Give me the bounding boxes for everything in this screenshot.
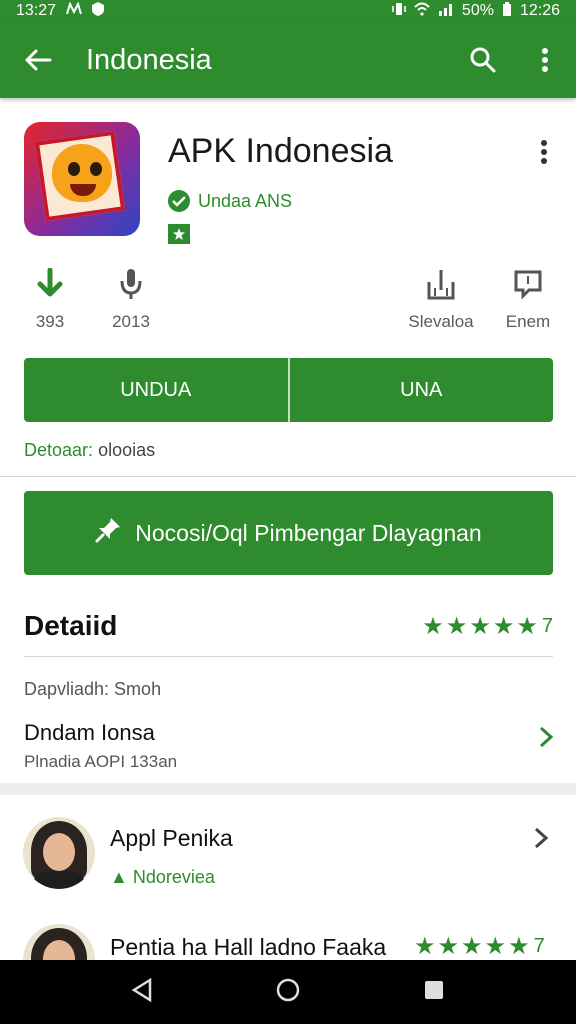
signal-icon — [438, 2, 454, 21]
reviewer-name: Appl Penika — [110, 825, 233, 851]
avatar — [23, 817, 95, 889]
star-icon: ★ — [422, 612, 444, 640]
star-icon: ★ — [492, 612, 515, 640]
app-overflow-icon[interactable] — [526, 134, 562, 170]
notification-icon — [66, 0, 83, 21]
app-header: APK Indonesia Undaa ANS 393 2013 Slevalo… — [0, 98, 576, 478]
app-logo-icon — [24, 122, 140, 236]
triangle-icon: ▲ — [110, 867, 128, 887]
secondary-button-label: UNA — [400, 378, 443, 401]
reviewer-sub: ▲ Ndoreviea — [110, 867, 215, 888]
rating-value: 7 — [533, 935, 545, 957]
detail-link-value: olooias — [98, 440, 156, 460]
chevron-right-icon — [539, 726, 554, 753]
star-icon: ★ — [461, 933, 483, 960]
divider — [24, 656, 553, 657]
chevron-right-icon — [534, 827, 549, 854]
star-icon: ★ — [508, 933, 530, 960]
rating-value: 7 — [541, 614, 553, 637]
stat-message[interactable]: Enem — [483, 264, 573, 332]
status-time-right: 12:26 — [519, 2, 560, 19]
star-icon: ★ — [437, 933, 460, 960]
action-buttons: UNDUA UNA — [24, 358, 553, 422]
vibrate-icon — [392, 2, 406, 21]
developer-name: Undaa ANS — [198, 190, 293, 211]
system-nav-bar — [0, 960, 576, 1024]
secondary-button[interactable]: UNA — [290, 358, 554, 422]
avatar — [23, 924, 95, 960]
stats-row: 393 2013 Slevaloa Enem — [0, 264, 576, 334]
nav-back-icon[interactable] — [131, 977, 153, 1007]
stat-label: 393 — [35, 312, 65, 331]
battery-percent: 50% — [461, 2, 494, 19]
reviewer-name: Pentia ha Hall ladno Faaka — [110, 934, 387, 960]
battery-icon — [502, 1, 512, 21]
download-button-label: UNDUA — [120, 378, 192, 401]
editors-choice-badge-icon — [168, 224, 190, 244]
details-row-name: Dndam Ionsa — [24, 720, 155, 745]
promo-button[interactable]: Nocosi/Oql Pimbengar Dlayagnan — [24, 491, 553, 575]
star-icon: ★ — [469, 612, 491, 640]
share-icon — [426, 264, 456, 304]
app-bar: Indonesia — [0, 22, 576, 98]
nav-home-icon[interactable] — [275, 977, 301, 1008]
details-row-meta: Plnadia AOPI 133an — [24, 752, 178, 771]
review-item[interactable]: Pentia ha Hall ladno Faaka ★ ★ ★ ★ ★ 7 — [0, 922, 576, 960]
details-section: Detaiid ★ ★ ★ ★ ★ 7 Dapvliadh: Smoh Dnda… — [24, 604, 554, 780]
download-button[interactable]: UNDUA — [24, 358, 288, 422]
rating-stars: ★ ★ ★ ★ ★ 7 — [414, 932, 545, 960]
stat-downloads: 393 — [5, 264, 95, 332]
promo-button-label: Nocosi/Oql Pimbengar Dlayagnan — [135, 519, 482, 546]
detail-link-label: Detoaar: — [24, 440, 94, 460]
detail-link[interactable]: Detoaar: olooias — [24, 440, 155, 461]
developer-row[interactable]: Undaa ANS — [168, 190, 292, 212]
status-time-left: 13:27 — [16, 2, 57, 19]
stat-label: 2013 — [112, 312, 150, 331]
section-separator — [0, 783, 576, 795]
star-icon: ★ — [414, 933, 436, 960]
overflow-menu-icon[interactable] — [514, 22, 576, 98]
divider — [0, 476, 576, 477]
microphone-icon — [117, 264, 145, 304]
reviewer-sub-text: Ndoreviea — [132, 867, 215, 887]
stat-label: Enem — [505, 312, 551, 331]
status-bar: 13:27 50% 12:26 — [0, 0, 576, 22]
details-row[interactable]: Dndam Ionsa Plnadia AOPI 133an — [24, 720, 554, 780]
page-title: Indonesia — [86, 43, 212, 76]
stat-year: 2013 — [86, 264, 176, 332]
star-icon: ★ — [516, 612, 538, 640]
star-icon: ★ — [445, 612, 468, 640]
search-icon[interactable] — [452, 22, 514, 98]
stat-label: Slevaloa — [408, 312, 474, 331]
verified-check-icon — [168, 190, 190, 212]
review-item[interactable]: Appl Penika ▲ Ndoreviea — [0, 815, 576, 925]
pin-icon — [95, 517, 121, 549]
details-subtitle: Dapvliadh: Smoh — [24, 679, 162, 699]
app-name: APK Indonesia — [168, 132, 393, 170]
details-title: Detaiid — [24, 610, 118, 641]
star-icon: ★ — [484, 933, 507, 960]
nav-recents-icon[interactable] — [423, 979, 445, 1006]
back-arrow-icon[interactable] — [0, 22, 76, 98]
message-icon — [513, 264, 543, 304]
download-icon — [36, 264, 64, 304]
shield-icon — [92, 1, 105, 21]
rating-stars: ★ ★ ★ ★ ★ 7 — [422, 612, 553, 641]
wifi-icon — [414, 2, 430, 21]
stat-share[interactable]: Slevaloa — [396, 264, 486, 332]
